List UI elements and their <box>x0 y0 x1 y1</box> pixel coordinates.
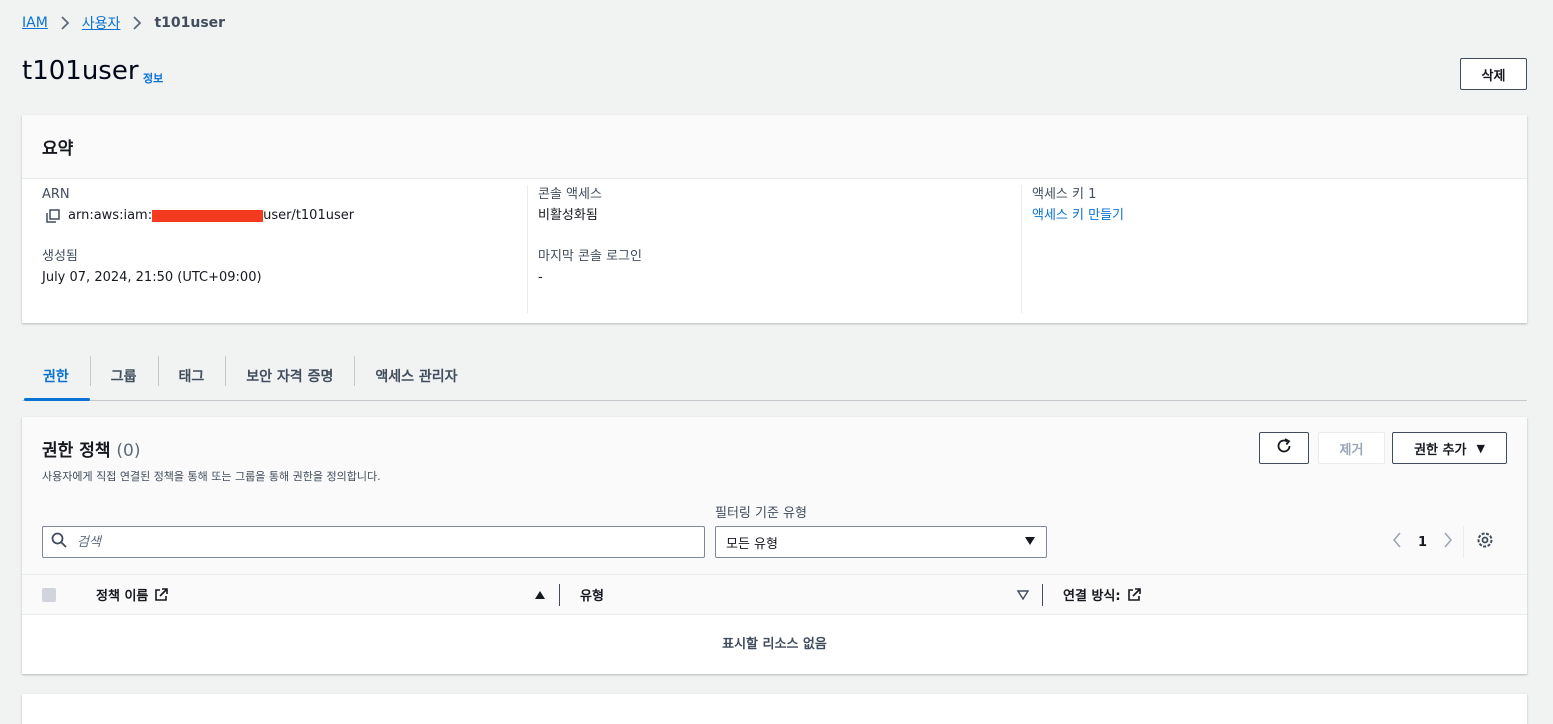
last-login-value: - <box>538 270 543 285</box>
created-value: July 07, 2024, 21:50 (UTC+09:00) <box>42 270 262 285</box>
summary-column-arn: ARN arn:aws:iam: user/t101user 생성됨 July 0… <box>42 185 526 313</box>
filter-type-label: 필터링 기준 유형 <box>715 506 807 521</box>
permissions-count: (0) <box>116 441 141 461</box>
table-header: 정책 이름 유형 연결 방식: <box>22 574 1527 615</box>
external-link-icon <box>154 587 169 602</box>
summary-column-console: 콘솔 액세스 비활성화됨 마지막 콘솔 로그인 - <box>527 185 1021 313</box>
search-icon <box>51 532 67 552</box>
arn-suffix: user/t101user <box>263 208 355 223</box>
sort-icon[interactable] <box>1017 575 1029 614</box>
search-input[interactable] <box>75 533 679 551</box>
create-access-key-link[interactable]: 액세스 키 만들기 <box>1032 205 1124 227</box>
pager-divider <box>1463 526 1465 558</box>
column-type[interactable]: 유형 <box>580 575 604 614</box>
empty-state: 표시할 리소스 없음 <box>722 637 827 652</box>
page-title: t101user <box>22 56 139 86</box>
permissions-title: 권한 정책 (0) <box>42 436 141 461</box>
refresh-icon <box>1275 437 1293 459</box>
delete-button[interactable]: 삭제 <box>1460 58 1527 90</box>
caret-down-icon <box>1024 535 1036 550</box>
permissions-header: 권한 정책 (0) 사용자에게 직접 연결된 정책을 통해 또는 그룹을 통해 … <box>22 417 1527 574</box>
summary-panel: 요약 ARN arn:aws:iam: user/t101user 생성됨 Jul… <box>22 115 1527 323</box>
breadcrumb-users-link[interactable]: 사용자 <box>82 13 121 33</box>
chevron-left-icon[interactable] <box>1392 532 1402 552</box>
arn-prefix: arn:aws:iam: <box>68 208 153 223</box>
tab-access-advisor[interactable]: 액세스 관리자 <box>354 352 478 400</box>
redaction-bar <box>152 210 264 222</box>
sort-ascending-icon[interactable] <box>534 575 546 614</box>
breadcrumb: IAM 사용자 t101user <box>22 12 225 34</box>
permissions-title-text: 권한 정책 <box>42 441 111 461</box>
summary-title: 요약 <box>22 115 1527 179</box>
breadcrumb-current: t101user <box>154 15 226 31</box>
last-login-label: 마지막 콘솔 로그인 <box>538 249 642 264</box>
summary-column-access-key: 액세스 키 1 액세스 키 만들기 <box>1021 185 1521 313</box>
settings-icon[interactable] <box>1476 531 1494 553</box>
search-box <box>42 526 705 558</box>
tab-bar: 권한 그룹 태그 보안 자격 증명 액세스 관리자 <box>22 352 1527 401</box>
filter-type-select[interactable]: 모든 유형 <box>715 526 1047 558</box>
select-all-checkbox[interactable] <box>42 588 56 602</box>
column-policy-name[interactable]: 정책 이름 <box>96 575 169 614</box>
copy-icon[interactable] <box>46 209 60 223</box>
column-attached-via[interactable]: 연결 방식: <box>1063 575 1141 614</box>
chevron-right-icon <box>60 16 70 30</box>
created-label: 생성됨 <box>42 249 78 264</box>
external-link-icon <box>1127 587 1141 602</box>
column-divider <box>1042 584 1043 606</box>
arn-label: ARN <box>42 187 70 202</box>
tab-permissions[interactable]: 권한 <box>22 352 90 401</box>
add-permissions-button[interactable]: 권한 추가 ▼ <box>1392 432 1507 464</box>
page-number[interactable]: 1 <box>1418 535 1427 550</box>
add-permissions-label: 권한 추가 <box>1414 442 1467 458</box>
refresh-button[interactable] <box>1259 432 1309 464</box>
breadcrumb-iam-link[interactable]: IAM <box>22 15 48 31</box>
arn-value: arn:aws:iam: user/t101user <box>42 205 526 227</box>
console-access-value: 비활성화됨 <box>538 208 598 223</box>
column-policy-name-label: 정책 이름 <box>96 589 149 604</box>
column-attached-via-label: 연결 방식: <box>1063 589 1121 604</box>
permissions-description: 사용자에게 직접 연결된 정책을 통해 또는 그룹을 통해 권한을 정의합니다. <box>42 470 381 483</box>
console-access-label: 콘솔 액세스 <box>538 187 602 202</box>
permissions-panel: 권한 정책 (0) 사용자에게 직접 연결된 정책을 통해 또는 그룹을 통해 … <box>22 417 1527 674</box>
chevron-right-icon <box>132 16 142 30</box>
column-divider <box>559 584 560 606</box>
info-link[interactable]: 정보 <box>143 70 163 86</box>
tab-tags[interactable]: 태그 <box>157 352 226 400</box>
next-panel <box>22 694 1527 724</box>
remove-button[interactable]: 제거 <box>1318 432 1385 464</box>
access-key-label: 액세스 키 1 <box>1032 187 1097 202</box>
tab-security-credentials[interactable]: 보안 자격 증명 <box>225 352 354 400</box>
pagination: 1 <box>1392 526 1494 558</box>
tab-groups[interactable]: 그룹 <box>89 352 158 400</box>
chevron-right-icon[interactable] <box>1443 532 1453 552</box>
caret-down-icon: ▼ <box>1476 441 1485 455</box>
filter-type-value: 모든 유형 <box>726 536 778 552</box>
